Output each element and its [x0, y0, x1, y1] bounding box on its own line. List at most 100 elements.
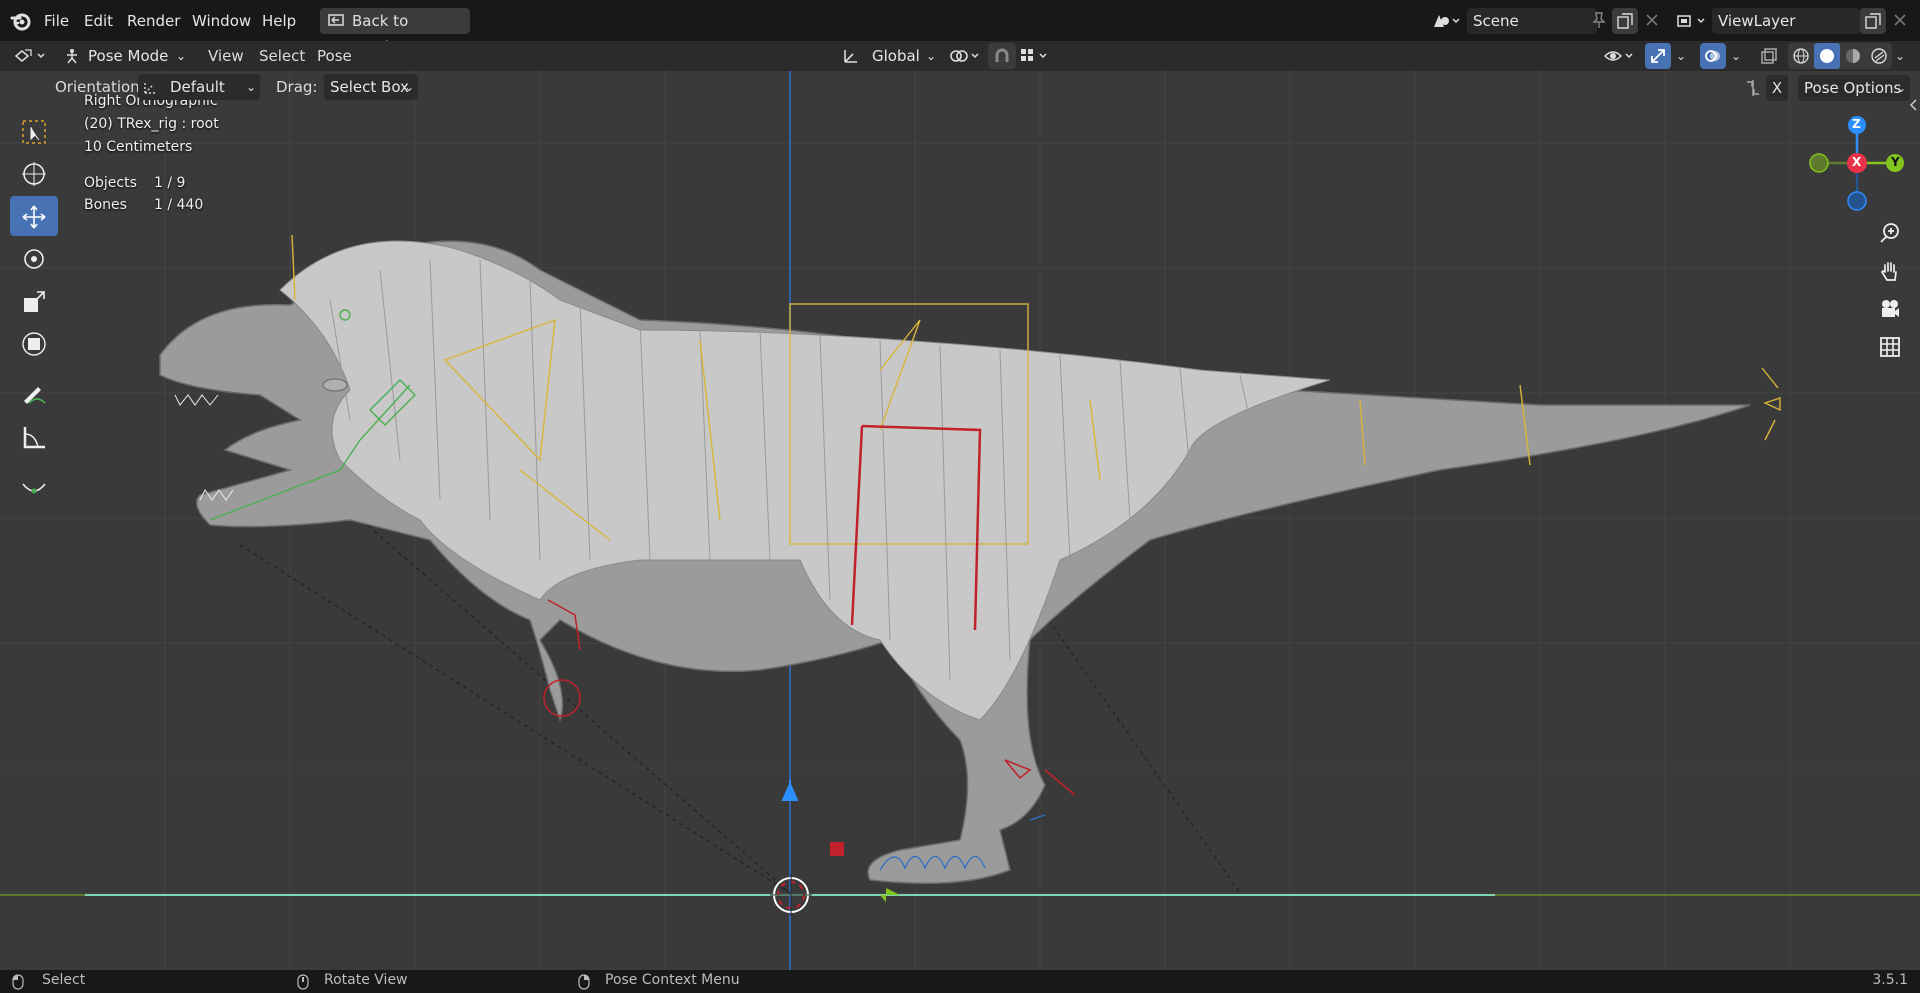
orientation-dropdown[interactable]: Default ⌄	[138, 74, 260, 100]
new-view-layer-button[interactable]	[1860, 8, 1886, 34]
visibility-button[interactable]	[1602, 43, 1638, 69]
pose-mode-icon	[67, 49, 77, 64]
overlay-toggle[interactable]	[1700, 43, 1726, 69]
rotate-tool-icon	[24, 249, 44, 269]
gizmo-toggle[interactable]	[1645, 43, 1671, 69]
scale-tool[interactable]	[10, 281, 58, 321]
version-label: 3.5.1	[1872, 972, 1908, 988]
overlay-icon	[1705, 50, 1720, 62]
menu-select[interactable]: Select	[259, 43, 305, 69]
blender-logo-icon[interactable]	[10, 10, 32, 32]
shading-material-button[interactable]	[1840, 43, 1866, 69]
mirror-icon[interactable]	[1744, 79, 1762, 97]
transform-orientation-dropdown[interactable]: Global ⌄	[838, 43, 938, 69]
scene-name: Scene	[1473, 12, 1519, 30]
view-layer-name: ViewLayer	[1718, 12, 1796, 30]
move-tool-icon	[22, 205, 46, 229]
menu-render[interactable]: Render	[119, 8, 188, 34]
scene-name-field[interactable]: Scene	[1467, 8, 1597, 34]
bones-value: 1 / 440	[154, 197, 204, 213]
toggle-perspective-button[interactable]	[1872, 329, 1908, 365]
menu-help[interactable]: Help	[254, 8, 304, 34]
snap-icon	[995, 48, 1009, 62]
snap-toggle[interactable]	[988, 43, 1016, 69]
objects-value: 1 / 9	[154, 175, 186, 191]
select-box-tool[interactable]	[10, 111, 58, 151]
3d-viewport[interactable]: Right Orthographic (20) TRex_rig : root …	[0, 71, 1920, 970]
close-icon[interactable]	[1644, 12, 1660, 28]
orientation-icon	[144, 81, 157, 94]
gizmo-z-label: Z	[1852, 117, 1861, 131]
status-context-menu: Pose Context Menu	[605, 972, 740, 988]
pivot-point-button[interactable]	[948, 43, 984, 69]
select-box-tool-icon	[22, 120, 46, 144]
pan-button[interactable]	[1872, 253, 1908, 289]
mode-dropdown[interactable]: Pose Mode ⌄	[56, 43, 192, 69]
view-layer-browse-button[interactable]	[1672, 8, 1712, 34]
scene-browse-button[interactable]	[1427, 8, 1467, 34]
menu-file[interactable]: File	[36, 8, 77, 34]
chevron-down-icon: ⌄	[926, 49, 937, 63]
scene-icon	[1434, 15, 1460, 27]
camera-view-button[interactable]	[1872, 291, 1908, 327]
move-tool[interactable]	[10, 196, 58, 236]
shading-solid-button[interactable]	[1814, 43, 1840, 69]
annotate-tool[interactable]	[10, 373, 58, 413]
transform-tool-icon	[22, 332, 46, 356]
cursor-tool[interactable]	[10, 153, 58, 193]
orientation-value: Default	[170, 78, 225, 96]
chevron-down-icon[interactable]: ⌄	[1676, 43, 1686, 69]
xray-toggle[interactable]	[1756, 43, 1782, 69]
z-arrow	[781, 780, 799, 801]
new-scene-button[interactable]	[1612, 8, 1638, 34]
transform-orientation-label: Global	[872, 47, 920, 65]
close-icon[interactable]	[1892, 12, 1908, 28]
chevron-down-icon: ⌄	[404, 80, 415, 94]
measure-tool-icon	[23, 427, 45, 449]
pose-options-dropdown[interactable]: Pose Options ⌄	[1798, 75, 1910, 101]
viewport-header: Pose Mode ⌄ View Select Pose Global ⌄ ⌄ …	[0, 41, 1920, 71]
chevron-down-icon[interactable]: ⌄	[1731, 43, 1741, 69]
mode-label: Pose Mode	[88, 47, 169, 65]
mouse-right-icon	[578, 974, 590, 990]
annotate-tool-icon	[24, 387, 46, 404]
transform-tool[interactable]	[10, 323, 58, 363]
pin-icon[interactable]	[1590, 11, 1608, 29]
gizmo-x-label: X	[1852, 155, 1862, 169]
menu-pose[interactable]: Pose	[317, 43, 352, 69]
grid-icon	[1880, 337, 1900, 357]
menu-view[interactable]: View	[208, 43, 244, 69]
shading-rendered-button[interactable]	[1866, 43, 1892, 69]
pose-options-label: Pose Options	[1804, 79, 1902, 97]
visibility-icon	[1604, 51, 1633, 61]
editor-type-button[interactable]	[10, 43, 50, 69]
orientation-label: Orientation:	[55, 78, 145, 96]
view-layer-icon	[1677, 15, 1705, 27]
view-layer-name-field[interactable]: ViewLayer	[1712, 8, 1860, 34]
back-icon	[328, 14, 344, 26]
snap-target-button[interactable]	[1016, 43, 1052, 69]
menu-window[interactable]: Window	[184, 8, 259, 34]
relax-tool[interactable]	[10, 466, 58, 506]
measure-tool[interactable]	[10, 416, 58, 456]
new-icon	[1617, 13, 1633, 29]
navigation-gizmo[interactable]: Z X Y	[1800, 111, 1910, 221]
shading-wireframe-button[interactable]	[1788, 43, 1814, 69]
drag-label: Drag:	[276, 78, 318, 96]
trex-model	[159, 240, 1751, 885]
status-bar: Select Rotate View Pose Context Menu 3.5…	[0, 970, 1920, 993]
back-to-previous-button[interactable]: Back to Previous	[320, 8, 470, 56]
objects-label: Objects	[84, 175, 137, 191]
bones-label: Bones	[84, 197, 127, 213]
3d-cursor	[770, 874, 812, 916]
rotate-tool[interactable]	[10, 238, 58, 278]
zoom-button[interactable]	[1872, 215, 1908, 251]
drag-dropdown[interactable]: Select Box ⌄	[324, 74, 418, 100]
chevron-down-icon[interactable]: ⌄	[1895, 43, 1905, 69]
tool-settings-bar: Orientation: Default ⌄ Drag: Select Box …	[0, 71, 1920, 103]
object-info: (20) TRex_rig : root	[84, 116, 219, 132]
x-mirror-toggle[interactable]: X	[1766, 75, 1788, 101]
x-handle	[830, 842, 844, 856]
viewport-canvas[interactable]	[0, 71, 1920, 970]
menu-edit[interactable]: Edit	[76, 8, 121, 34]
